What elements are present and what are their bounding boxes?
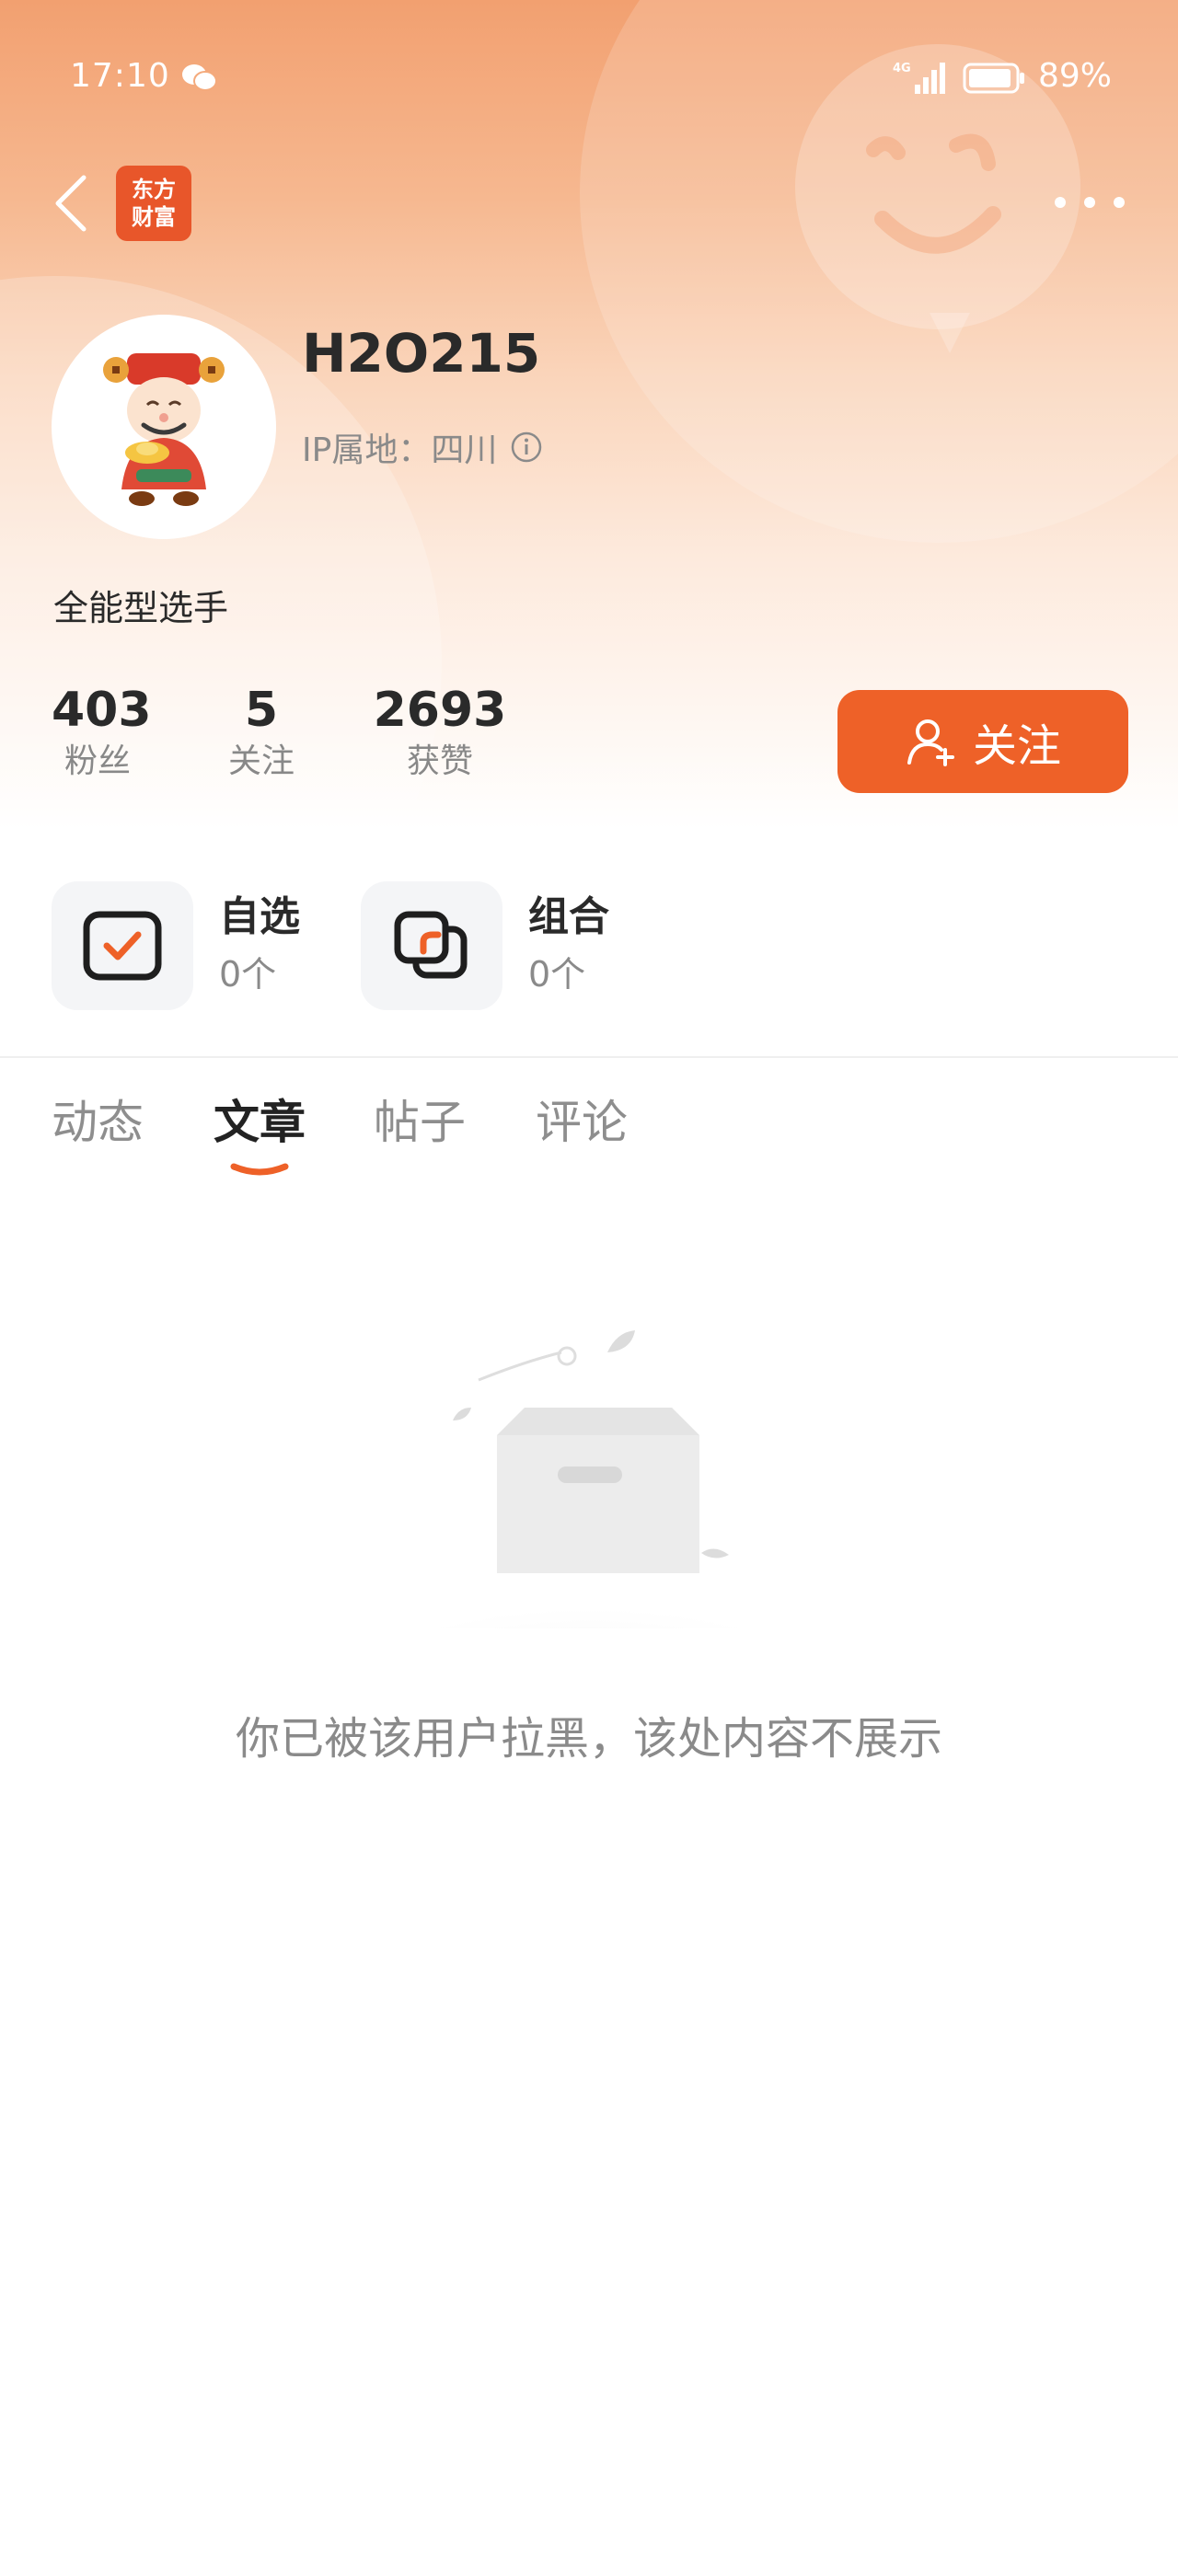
wechat-icon: [182, 64, 217, 91]
add-user-icon: [907, 719, 954, 766]
stat-followers[interactable]: 403 粉丝: [52, 683, 152, 784]
avatar-image: [103, 353, 225, 506]
empty-state-message: 你已被该用户拉黑，该处内容不展示: [235, 1713, 942, 1765]
quick-link-count: 0个: [528, 954, 586, 995]
dot-icon: [1055, 197, 1066, 208]
svg-text:4G: 4G: [893, 62, 911, 75]
dot-icon: [1114, 197, 1125, 208]
empty-box-illustration: [350, 1330, 828, 1628]
stat-label: 粉丝: [64, 742, 131, 780]
back-button[interactable]: [48, 171, 94, 236]
app-logo-line1: 东方: [132, 177, 176, 202]
stat-value: 2693: [373, 683, 507, 738]
username: H2O215: [302, 322, 541, 385]
quick-link-watchlist[interactable]: 自选 0个: [52, 881, 300, 1010]
checkbox-icon: [83, 911, 162, 981]
stat-likes[interactable]: 2693 获赞: [372, 683, 508, 784]
ip-location-row: IP属地：四川: [302, 423, 543, 471]
cellular-signal-icon: 4G: [893, 62, 945, 94]
content-tabs: 动态 文章 帖子 评论: [0, 1086, 1178, 1187]
tab-dynamics[interactable]: 动态: [52, 1086, 144, 1152]
user-bio: 全能型选手: [53, 588, 229, 628]
section-divider: [0, 1056, 1178, 1058]
stat-value: 5: [244, 683, 279, 738]
info-icon[interactable]: [510, 431, 543, 464]
stat-following[interactable]: 5 关注: [215, 683, 307, 784]
more-options-button[interactable]: [1055, 184, 1125, 221]
active-tab-indicator: [230, 1163, 289, 1176]
battery-icon: [963, 63, 1024, 94]
app-logo-line2: 财富: [132, 204, 176, 230]
app-logo[interactable]: 东方 财富: [116, 166, 191, 241]
quick-link-count: 0个: [219, 954, 277, 995]
watchlist-icon-box: [52, 881, 193, 1010]
quick-link-portfolio[interactable]: 组合 0个: [361, 881, 609, 1010]
tab-comments[interactable]: 评论: [536, 1086, 628, 1152]
follow-button-label: 关注: [972, 720, 1061, 772]
status-time: 17:10: [70, 57, 170, 95]
quick-link-title: 组合: [528, 893, 609, 940]
stat-label: 获赞: [406, 742, 473, 780]
stat-label: 关注: [227, 742, 294, 780]
stat-value: 403: [52, 683, 152, 738]
portfolio-icon-box: [361, 881, 502, 1010]
chevron-left-icon: [55, 175, 87, 232]
follow-button[interactable]: 关注: [837, 690, 1128, 793]
dot-icon: [1084, 197, 1095, 208]
quick-link-title: 自选: [219, 893, 300, 940]
tab-posts[interactable]: 帖子: [374, 1086, 466, 1152]
battery-percentage: 89%: [1038, 57, 1113, 95]
overlapping-squares-icon: [394, 911, 468, 979]
tab-articles[interactable]: 文章: [214, 1086, 306, 1152]
ip-location: IP属地：四川: [302, 431, 498, 469]
avatar[interactable]: [52, 315, 276, 539]
status-bar: 17:10 4G 89%: [0, 0, 1178, 156]
